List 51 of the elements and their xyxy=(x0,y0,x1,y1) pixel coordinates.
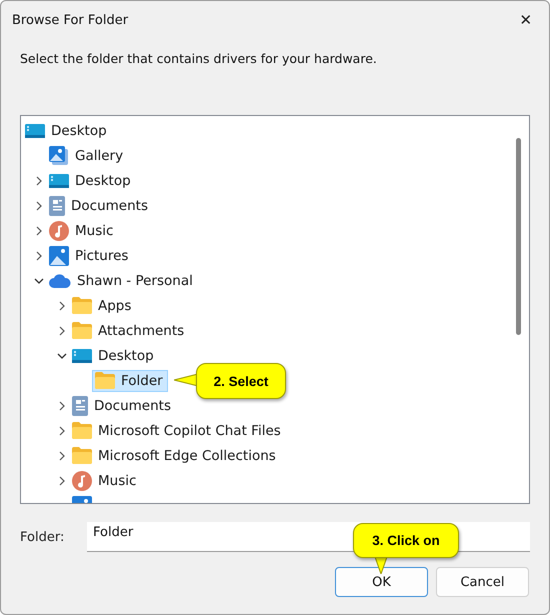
collapse-icon[interactable] xyxy=(56,352,66,358)
cloud-icon xyxy=(49,274,71,288)
folder-icon xyxy=(95,372,115,389)
instruction-text: Select the folder that contains drivers for your hardware. xyxy=(20,51,378,66)
callout-tooltip: 2. Select xyxy=(196,363,286,399)
window-title: Browse For Folder xyxy=(12,12,128,28)
picture-icon xyxy=(49,246,69,266)
folder-tree-item[interactable]: Pictures xyxy=(46,244,134,266)
desktop-icon xyxy=(25,122,45,138)
folder-tree-item[interactable]: Microsoft Copilot Chat Files xyxy=(69,420,286,442)
music-icon xyxy=(49,220,69,240)
cancel-button[interactable]: Cancel xyxy=(436,567,529,597)
folder-tree-item[interactable]: Music xyxy=(46,220,118,242)
ok-button[interactable]: OK xyxy=(335,567,428,597)
expand-icon[interactable] xyxy=(36,226,42,236)
folder-icon xyxy=(72,447,92,464)
document-icon xyxy=(49,196,65,216)
folder-tree-item[interactable]: Music xyxy=(69,470,142,492)
expand-icon[interactable] xyxy=(58,400,64,410)
folder-tree-item[interactable]: Documents xyxy=(69,394,176,416)
folder-tree-item[interactable]: Folder xyxy=(92,370,168,392)
document-icon xyxy=(72,396,88,416)
folder-label: Folder: xyxy=(20,530,66,544)
expand-icon[interactable] xyxy=(58,450,64,460)
folder-tree-item[interactable]: Desktop xyxy=(69,344,159,366)
scrollbar-thumb[interactable] xyxy=(516,138,521,335)
desktop-icon xyxy=(72,348,92,364)
gallery-icon xyxy=(49,146,69,166)
expand-icon[interactable] xyxy=(58,300,64,310)
folder-tree-item[interactable]: Attachments xyxy=(69,320,190,342)
expand-icon[interactable] xyxy=(36,250,42,260)
expand-icon[interactable] xyxy=(58,326,64,336)
folder-tree-item[interactable]: Desktop xyxy=(46,170,136,192)
callout-tooltip: 3. Click on xyxy=(353,523,459,558)
folder-icon xyxy=(72,322,92,339)
expand-icon[interactable] xyxy=(58,426,64,436)
folder-tree-item[interactable]: Gallery xyxy=(46,144,128,166)
expand-icon[interactable] xyxy=(36,200,42,210)
expand-icon[interactable] xyxy=(36,176,42,186)
folder-tree-item[interactable]: Documents xyxy=(46,194,153,216)
collapse-icon[interactable] xyxy=(34,278,44,284)
folder-tree-item[interactable]: Microsoft Edge Collections xyxy=(69,444,281,466)
folder-tree-item[interactable]: Shawn - Personal xyxy=(46,270,198,292)
desktop-icon xyxy=(49,172,69,188)
folder-tree-item[interactable]: Apps xyxy=(69,294,136,316)
folder-icon xyxy=(72,422,92,439)
close-button[interactable]: ✕ xyxy=(503,1,549,39)
folder-tree-item[interactable]: Desktop xyxy=(22,120,112,142)
music-icon xyxy=(72,470,92,490)
folder-icon xyxy=(72,297,92,314)
expand-icon[interactable] xyxy=(58,476,64,486)
